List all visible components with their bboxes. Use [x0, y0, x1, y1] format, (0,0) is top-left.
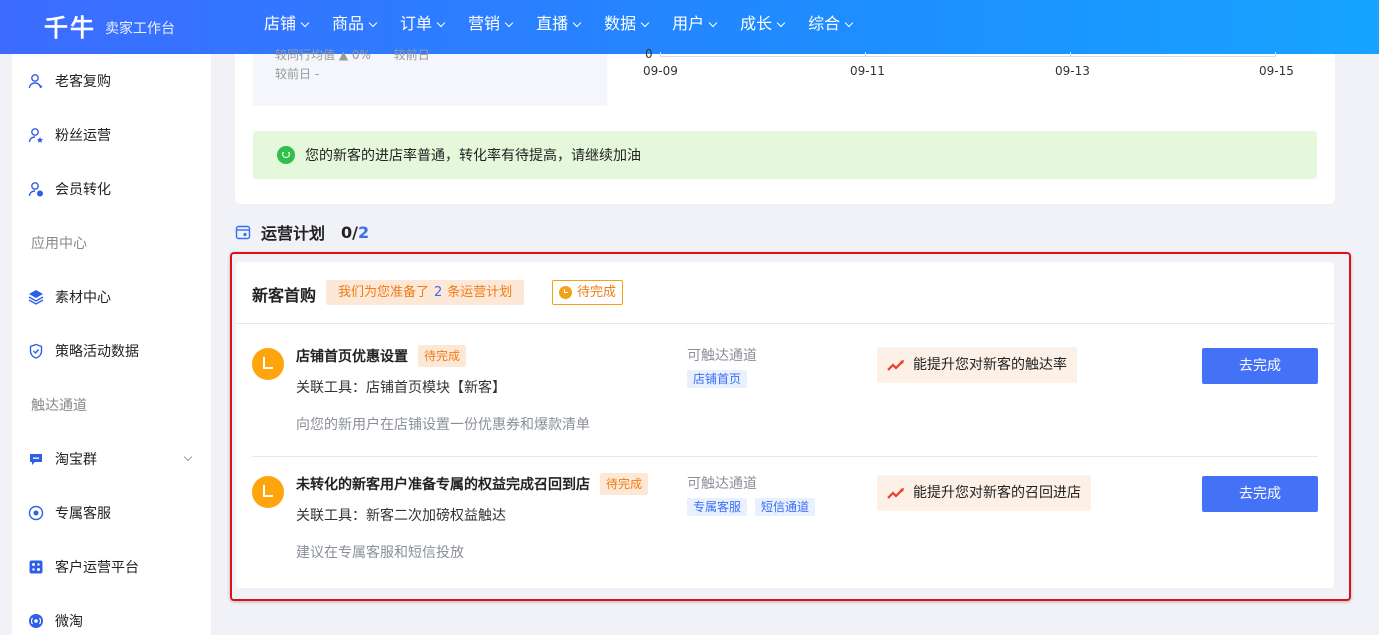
- nav-users[interactable]: 用户: [672, 0, 718, 48]
- user-repeat-icon: [28, 74, 43, 89]
- chevron-down-icon: [436, 18, 446, 28]
- chart-x-tick: 09-09: [643, 64, 678, 78]
- shield-icon: [29, 343, 43, 359]
- sidebar-item-taobao-group[interactable]: 淘宝群: [28, 447, 203, 471]
- sidebar-item-label: 粉丝运营: [55, 128, 111, 144]
- performance-notice: 您的新客的进店率普通，转化率有待提高，请继续加油: [253, 131, 1317, 179]
- sidebar-item-fans[interactable]: 粉丝运营: [28, 123, 111, 147]
- sidebar-item-label: 会员转化: [55, 182, 111, 198]
- nav-growth[interactable]: 成长: [740, 0, 786, 48]
- chevron-down-icon: [776, 18, 786, 28]
- nav-marketing[interactable]: 营销: [468, 0, 514, 48]
- section-title: 运营计划: [261, 224, 326, 243]
- chevron-down-icon: [504, 18, 514, 28]
- sidebar-item-weitao[interactable]: 微淘: [28, 609, 83, 633]
- main-nav: 店铺 商品 订单 营销 直播 数据 用户 成长 综合: [264, 0, 876, 48]
- sidebar-item-label: 微淘: [55, 614, 83, 630]
- sidebar-group-reach-channels: 触达通道: [31, 398, 87, 414]
- stat-prev-day: 较前日 -: [275, 67, 320, 81]
- nav-general[interactable]: 综合: [808, 0, 854, 48]
- sidebar-item-label: 淘宝群: [55, 452, 97, 468]
- layers-icon: [28, 290, 44, 305]
- sidebar-item-label: 素材中心: [55, 290, 111, 306]
- chart-x-tick: 09-13: [1055, 64, 1090, 78]
- fan-user-icon: [28, 128, 43, 143]
- stat-summary-box: 较同行均值 ▲ 0% 较前日 较前日 -: [253, 48, 607, 106]
- chart-x-tick: 09-15: [1259, 64, 1294, 78]
- chart-tick-mark: [865, 52, 866, 57]
- chevron-down-icon: [300, 18, 310, 28]
- sidebar: 老客复购 粉丝运营 会员转化 应用中心 素材中心 策略活动数据 触达通道 淘宝群…: [12, 54, 211, 635]
- nav-store[interactable]: 店铺: [264, 0, 310, 48]
- sidebar-item-label: 策略活动数据: [55, 344, 139, 360]
- chevron-down-icon: [572, 18, 582, 28]
- notice-text: 您的新客的进店率普通，转化率有待提高，请继续加油: [305, 148, 641, 164]
- member-icon: [28, 182, 43, 197]
- chart-tick-mark: [660, 52, 661, 57]
- sidebar-item-dedicated-service[interactable]: 专属客服: [28, 501, 111, 525]
- chart-x-axis: [660, 56, 1276, 57]
- chart-tick-mark: [1070, 52, 1071, 57]
- sidebar-item-member-conversion[interactable]: 会员转化: [28, 177, 111, 201]
- section-progress: 0/2: [341, 222, 370, 242]
- sidebar-item-label: 老客复购: [55, 74, 111, 90]
- sidebar-group-app-center: 应用中心: [31, 236, 87, 252]
- broadcast-icon: [29, 614, 43, 628]
- service-icon: [28, 505, 44, 521]
- sidebar-item-strategy-data[interactable]: 策略活动数据: [28, 339, 139, 363]
- chevron-down-icon: [368, 18, 378, 28]
- chat-bubble-icon: [30, 454, 42, 465]
- qianniu-logo[interactable]: 千牛: [44, 8, 96, 43]
- calendar-icon: [235, 225, 251, 240]
- chevron-down-icon: [640, 18, 650, 28]
- sidebar-item-label: 专属客服: [55, 506, 111, 522]
- chevron-down-icon: [183, 452, 193, 462]
- stat-compare-text: 较同行均值 ▲ 0% 较前日: [275, 48, 430, 62]
- sidebar-item-repeat-customers[interactable]: 老客复购: [28, 69, 111, 93]
- sidebar-item-label: 客户运营平台: [55, 560, 139, 576]
- sidebar-item-material-center[interactable]: 素材中心: [28, 285, 111, 309]
- sidebar-item-customer-platform[interactable]: 客户运营平台: [28, 555, 139, 579]
- logo-subtitle: 卖家工作台: [105, 21, 175, 37]
- nav-goods[interactable]: 商品: [332, 0, 378, 48]
- chevron-down-icon: [708, 18, 718, 28]
- top-nav-bar: 千牛 卖家工作台 店铺 商品 订单 营销 直播 数据 用户 成长 综合: [0, 0, 1379, 54]
- highlight-frame: [230, 252, 1351, 601]
- chevron-down-icon: [844, 18, 854, 28]
- nav-orders[interactable]: 订单: [400, 0, 446, 48]
- chart-x-tick: 09-11: [850, 64, 885, 78]
- nav-live[interactable]: 直播: [536, 0, 582, 48]
- section-header: 运营计划 0/2: [235, 221, 369, 243]
- chart-tick-mark: [1275, 52, 1276, 57]
- platform-icon: [29, 560, 43, 574]
- smile-icon: [277, 146, 295, 164]
- chart-y-tick: 0: [645, 47, 653, 61]
- nav-data[interactable]: 数据: [604, 0, 650, 48]
